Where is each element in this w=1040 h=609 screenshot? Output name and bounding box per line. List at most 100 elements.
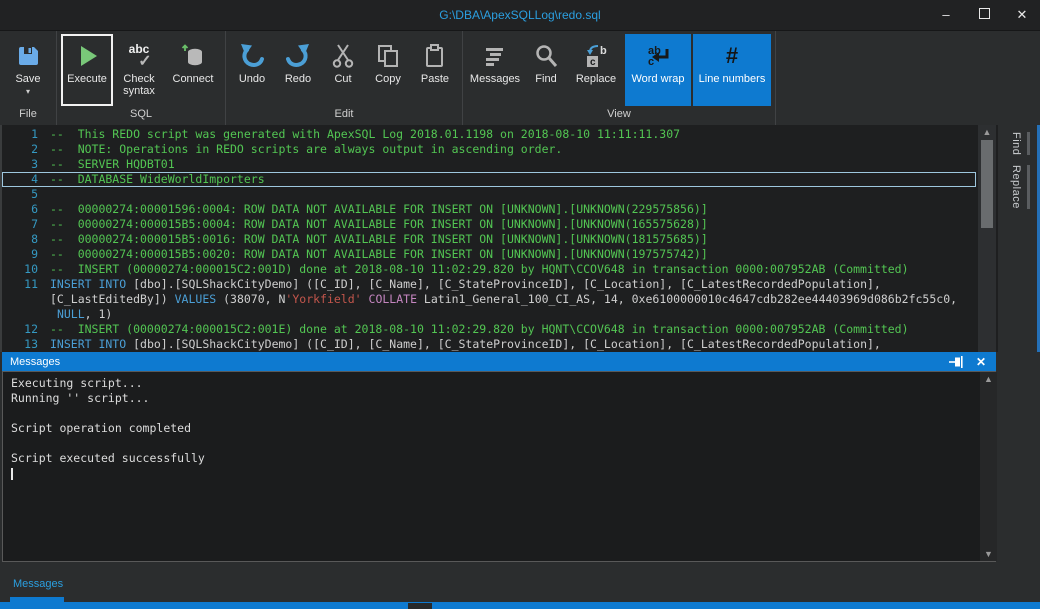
line-number: 2 — [2, 142, 50, 157]
toolbar-group-file: Save ▾ File — [0, 31, 57, 125]
copy-icon — [375, 39, 401, 73]
code-text: -- DATABASE WideWorldImporters — [50, 172, 265, 187]
console-line: Script operation completed — [11, 421, 995, 436]
bottom-tab-messages[interactable]: Messages — [13, 578, 63, 590]
code-editor[interactable]: 1-- This REDO script was generated with … — [0, 125, 998, 352]
editor-line: 6-- 00000274:00001596:0004: ROW DATA NOT… — [2, 202, 998, 217]
editor-line: 2-- NOTE: Operations in REDO scripts are… — [2, 142, 998, 157]
code-text: [C_LastEditedBy]) VALUES (38070, N'Yorkf… — [50, 292, 957, 307]
code-text: -- INSERT (00000274:000015C2:001E) done … — [50, 322, 909, 337]
cut-icon — [330, 39, 356, 73]
line-number: 11 — [2, 277, 50, 292]
replace-button[interactable]: b c Replace — [569, 34, 623, 106]
console-line — [11, 406, 995, 421]
toolbar-group-view: Messages Find b — [463, 31, 776, 125]
code-text: -- SERVER HQDBT01 — [50, 157, 175, 172]
editor-line: 11INSERT INTO [dbo].[SQLShackCityDemo] (… — [2, 277, 998, 292]
messages-console[interactable]: Executing script...Running '' script...S… — [2, 371, 996, 562]
editor-line: 12-- INSERT (00000274:000015C2:001E) don… — [2, 322, 998, 337]
bottom-accent-bar — [0, 602, 1040, 609]
check-syntax-icon: abc ✓ — [126, 39, 151, 73]
side-tab-strip: Find Replace — [998, 125, 1040, 564]
close-icon[interactable]: ✕ — [1014, 7, 1030, 23]
toolbar-group-label-edit: Edit — [229, 106, 459, 125]
line-number: 9 — [2, 247, 50, 262]
editor-line: 1-- This REDO script was generated with … — [2, 127, 998, 142]
svg-text:c: c — [590, 57, 596, 68]
side-tab-replace[interactable]: Replace — [1010, 165, 1040, 209]
messages-scrollbar[interactable]: ▲ ▼ — [980, 372, 997, 561]
toolbar-group-label-file: File — [3, 106, 53, 125]
find-icon — [533, 39, 559, 73]
paste-button[interactable]: Paste — [412, 34, 458, 106]
editor-scrollbar[interactable]: ▲ — [978, 125, 996, 352]
line-numbers-toggle[interactable]: # Line numbers — [693, 34, 771, 106]
check-syntax-button[interactable]: abc ✓ Check syntax — [115, 34, 163, 106]
taskbar-icon-fragment — [408, 603, 432, 609]
editor-line: 7-- 00000274:000015B5:0004: ROW DATA NOT… — [2, 217, 998, 232]
execute-button[interactable]: Execute — [61, 34, 113, 106]
connect-button[interactable]: Connect — [165, 34, 221, 106]
code-text: -- 00000274:000015B5:0020: ROW DATA NOT … — [50, 247, 708, 262]
line-number — [2, 292, 50, 307]
save-button[interactable]: Save ▾ — [4, 34, 52, 106]
code-text: INSERT INTO [dbo].[SQLShackCityDemo] ([C… — [50, 337, 881, 352]
scroll-down-icon[interactable]: ▼ — [980, 547, 997, 561]
editor-lines: 1-- This REDO script was generated with … — [2, 125, 998, 352]
editor-line: 4-- DATABASE WideWorldImporters — [2, 172, 976, 187]
title-bar: G:\DBA\ApexSQLLog\redo.sql – ✕ — [0, 0, 1040, 31]
minimize-icon[interactable]: – — [938, 7, 954, 23]
replace-icon: b c — [583, 39, 609, 73]
save-dropdown-caret-icon[interactable]: ▾ — [26, 86, 30, 98]
line-number: 1 — [2, 127, 50, 142]
cut-button[interactable]: Cut — [322, 34, 364, 106]
messages-panel-header[interactable]: Messages ✕ — [2, 352, 996, 371]
toolbar: Save ▾ File Execute abc ✓ Check syntax — [0, 31, 1040, 126]
line-number: 7 — [2, 217, 50, 232]
messages-close-icon[interactable]: ✕ — [976, 355, 986, 369]
messages-button[interactable]: Messages — [467, 34, 523, 106]
editor-line: 5 — [2, 187, 998, 202]
editor-line: 10-- INSERT (00000274:000015C2:001D) don… — [2, 262, 998, 277]
line-number: 6 — [2, 202, 50, 217]
redo-icon — [285, 39, 311, 73]
editor-scrollbar-thumb[interactable] — [981, 140, 993, 228]
scroll-up-icon[interactable]: ▲ — [978, 125, 996, 139]
line-number — [2, 307, 50, 322]
scroll-up-icon[interactable]: ▲ — [980, 372, 997, 386]
maximize-icon[interactable] — [976, 7, 992, 23]
word-wrap-icon: ab c — [644, 39, 672, 73]
undo-button[interactable]: Undo — [230, 34, 274, 106]
pin-icon[interactable] — [948, 354, 964, 370]
execute-icon — [74, 39, 100, 73]
connect-icon — [179, 39, 207, 73]
editor-line: NULL, 1) — [2, 307, 998, 322]
code-text: -- INSERT (00000274:000015C2:001D) done … — [50, 262, 909, 277]
line-numbers-icon: # — [726, 39, 738, 73]
toolbar-group-edit: Undo Redo C — [226, 31, 463, 125]
console-line — [11, 436, 995, 451]
line-number: 10 — [2, 262, 50, 277]
editor-line: 3-- SERVER HQDBT01 — [2, 157, 998, 172]
editor-line: 9-- 00000274:000015B5:0020: ROW DATA NOT… — [2, 247, 998, 262]
editor-line: 8-- 00000274:000015B5:0016: ROW DATA NOT… — [2, 232, 998, 247]
messages-panel: Messages ✕ Executing script...Running ''… — [0, 352, 998, 564]
copy-button[interactable]: Copy — [366, 34, 410, 106]
undo-icon — [239, 39, 265, 73]
code-text: NULL, 1) — [50, 307, 112, 322]
toolbar-group-sql: Execute abc ✓ Check syntax Connect — [57, 31, 226, 125]
side-tab-find[interactable]: Find — [1010, 132, 1040, 155]
toolbar-group-label-view: View — [466, 106, 772, 125]
code-text: INSERT INTO [dbo].[SQLShackCityDemo] ([C… — [50, 277, 881, 292]
window-title: G:\DBA\ApexSQLLog\redo.sql — [0, 8, 1040, 22]
redo-button[interactable]: Redo — [276, 34, 320, 106]
line-number: 5 — [2, 187, 50, 202]
paste-icon — [422, 39, 448, 73]
line-number: 4 — [2, 172, 50, 187]
find-button[interactable]: Find — [525, 34, 567, 106]
word-wrap-toggle[interactable]: ab c Word wrap — [625, 34, 691, 106]
console-line: Script executed successfully — [11, 451, 995, 466]
code-text: -- This REDO script was generated with A… — [50, 127, 680, 142]
svg-text:b: b — [600, 45, 607, 57]
console-lines: Executing script...Running '' script...S… — [11, 376, 995, 481]
